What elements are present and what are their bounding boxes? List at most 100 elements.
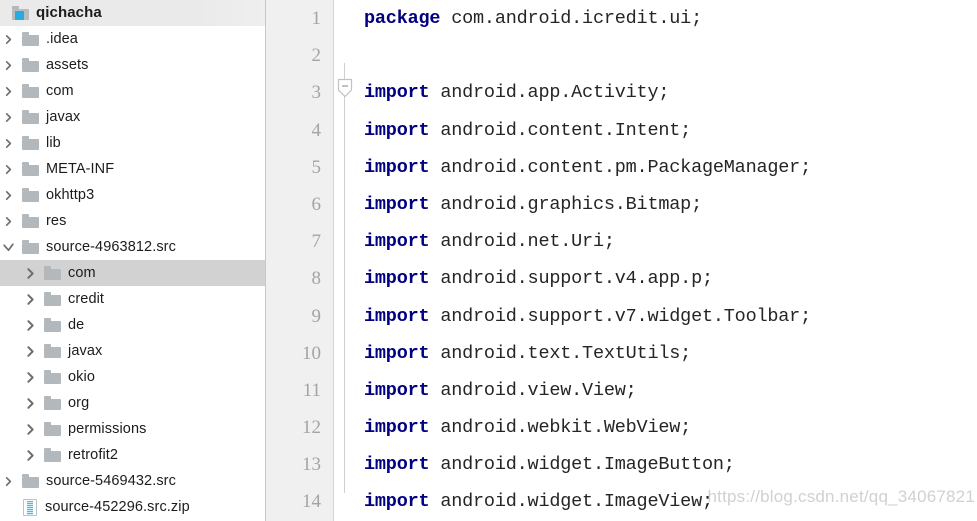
line-number: 13 — [302, 454, 321, 476]
chevron-right-icon[interactable] — [0, 34, 16, 45]
code-keyword: import — [364, 268, 430, 290]
chevron-down-icon[interactable] — [0, 241, 16, 254]
project-tree-sidebar[interactable]: qichacha .idea assets com javax lib META-INF ok… — [0, 0, 266, 521]
tree-item[interactable]: javax — [0, 338, 265, 364]
code-keyword: import — [364, 491, 430, 513]
code-line[interactable] — [364, 37, 977, 74]
folder-icon — [44, 344, 61, 358]
tree-item[interactable]: lib — [0, 130, 265, 156]
chevron-right-icon[interactable] — [22, 293, 38, 306]
code-keyword: import — [364, 417, 430, 439]
line-number: 10 — [302, 342, 321, 364]
code-line[interactable]: import android.support.v4.app.p; — [364, 260, 977, 297]
code-text: android.text.TextUtils; — [429, 342, 692, 364]
tree-item[interactable]: okhttp3 — [0, 182, 265, 208]
code-keyword: import — [364, 379, 430, 401]
tree-item[interactable]: res — [0, 208, 265, 234]
code-folding-strip[interactable] — [334, 0, 356, 521]
folder-icon — [22, 110, 39, 124]
folder-icon — [22, 474, 39, 488]
code-line[interactable]: import android.text.TextUtils; — [364, 335, 977, 372]
line-number: 12 — [302, 417, 321, 439]
tree-item-label: credit — [68, 291, 105, 307]
code-line[interactable]: import android.widget.ImageView; — [364, 483, 977, 520]
tree-item[interactable]: source-452296.src.zip — [0, 494, 265, 520]
chevron-right-icon[interactable] — [22, 267, 38, 280]
zip-file-icon — [23, 498, 37, 516]
tree-item[interactable]: de — [0, 312, 265, 338]
code-text: android.content.Intent; — [429, 119, 692, 141]
code-line[interactable]: import android.content.Intent; — [364, 112, 977, 149]
code-line[interactable]: import android.support.v7.widget.Toolbar… — [364, 298, 977, 335]
code-line[interactable]: import android.app.Activity; — [364, 74, 977, 111]
code-text: android.net.Uri; — [429, 231, 615, 253]
chevron-right-icon[interactable] — [0, 138, 16, 149]
code-text: android.support.v4.app.p; — [429, 268, 713, 290]
chevron-right-icon[interactable] — [0, 112, 16, 123]
code-keyword: package — [364, 8, 441, 29]
tree-item[interactable]: okio — [0, 364, 265, 390]
code-line[interactable]: import android.widget.ImageButton; — [364, 446, 977, 483]
line-number: 7 — [311, 231, 322, 253]
code-line[interactable]: import android.net.Uri; — [364, 223, 977, 260]
folder-icon — [22, 240, 39, 254]
tree-item[interactable]: META-INF — [0, 156, 265, 182]
folder-icon — [44, 318, 61, 332]
chevron-right-icon[interactable] — [0, 86, 16, 97]
folder-icon — [44, 422, 61, 436]
code-line[interactable]: package com.android.icredit.ui; — [364, 0, 977, 37]
chevron-right-icon[interactable] — [0, 190, 16, 201]
code-line[interactable]: import android.graphics.Bitmap; — [364, 186, 977, 223]
code-keyword: import — [364, 342, 430, 364]
chevron-right-icon[interactable] — [22, 345, 38, 358]
tree-item-label: de — [68, 317, 85, 333]
code-editor[interactable]: 1 2 3 4 5 6 7 8 9 10 11 12 13 14 package com.android.… — [266, 0, 977, 521]
line-number: 8 — [311, 268, 322, 290]
code-text: android.content.pm.PackageManager; — [429, 156, 811, 178]
tree-item[interactable]: retrofit2 — [0, 442, 265, 468]
fold-collapse-icon[interactable] — [337, 78, 353, 98]
code-line[interactable]: import android.webkit.WebView; — [364, 409, 977, 446]
code-text: android.widget.ImageView; — [429, 491, 713, 513]
tree-item[interactable]: permissions — [0, 416, 265, 442]
project-tree[interactable]: qichacha .idea assets com javax lib META-INF ok… — [0, 0, 265, 520]
chevron-right-icon[interactable] — [22, 371, 38, 384]
chevron-right-icon[interactable] — [22, 423, 38, 436]
tree-item[interactable]: .idea — [0, 26, 265, 52]
code-text: android.app.Activity; — [429, 82, 670, 104]
tree-item[interactable]: credit — [0, 286, 265, 312]
code-text: android.widget.ImageButton; — [429, 454, 735, 476]
folder-icon — [44, 292, 61, 306]
code-keyword: import — [364, 231, 430, 253]
folder-icon — [44, 396, 61, 410]
code-line[interactable]: import android.content.pm.PackageManager… — [364, 149, 977, 186]
tree-item[interactable]: javax — [0, 104, 265, 130]
folder-icon — [22, 32, 39, 46]
folder-icon — [22, 162, 39, 176]
tree-item[interactable]: assets — [0, 52, 265, 78]
code-text: com.android.icredit.ui; — [440, 8, 702, 29]
code-line[interactable]: import android.view.View; — [364, 372, 977, 409]
chevron-right-icon[interactable] — [0, 164, 16, 175]
tree-item-label: okio — [68, 369, 95, 385]
chevron-right-icon[interactable] — [22, 397, 38, 410]
tree-item-label: okhttp3 — [46, 187, 95, 203]
tree-item[interactable]: com — [0, 78, 265, 104]
code-content[interactable]: package com.android.icredit.ui; import an… — [356, 0, 977, 521]
tree-item-root[interactable]: qichacha — [0, 0, 265, 26]
chevron-right-icon[interactable] — [22, 319, 38, 332]
tree-item[interactable]: com — [0, 260, 265, 286]
code-keyword: import — [364, 454, 430, 476]
chevron-right-icon[interactable] — [0, 476, 16, 487]
tree-item-label: permissions — [68, 421, 147, 437]
tree-item-label: javax — [68, 343, 103, 359]
tree-item[interactable]: source-5469432.src — [0, 468, 265, 494]
tree-item[interactable]: source-4963812.src — [0, 234, 265, 260]
chevron-right-icon[interactable] — [22, 449, 38, 462]
tree-item[interactable]: org — [0, 390, 265, 416]
chevron-right-icon[interactable] — [0, 216, 16, 227]
line-number: 6 — [311, 193, 322, 215]
chevron-right-icon[interactable] — [0, 60, 16, 71]
line-number-gutter: 1 2 3 4 5 6 7 8 9 10 11 12 13 14 — [266, 0, 334, 521]
tree-item-label: .idea — [46, 31, 78, 47]
